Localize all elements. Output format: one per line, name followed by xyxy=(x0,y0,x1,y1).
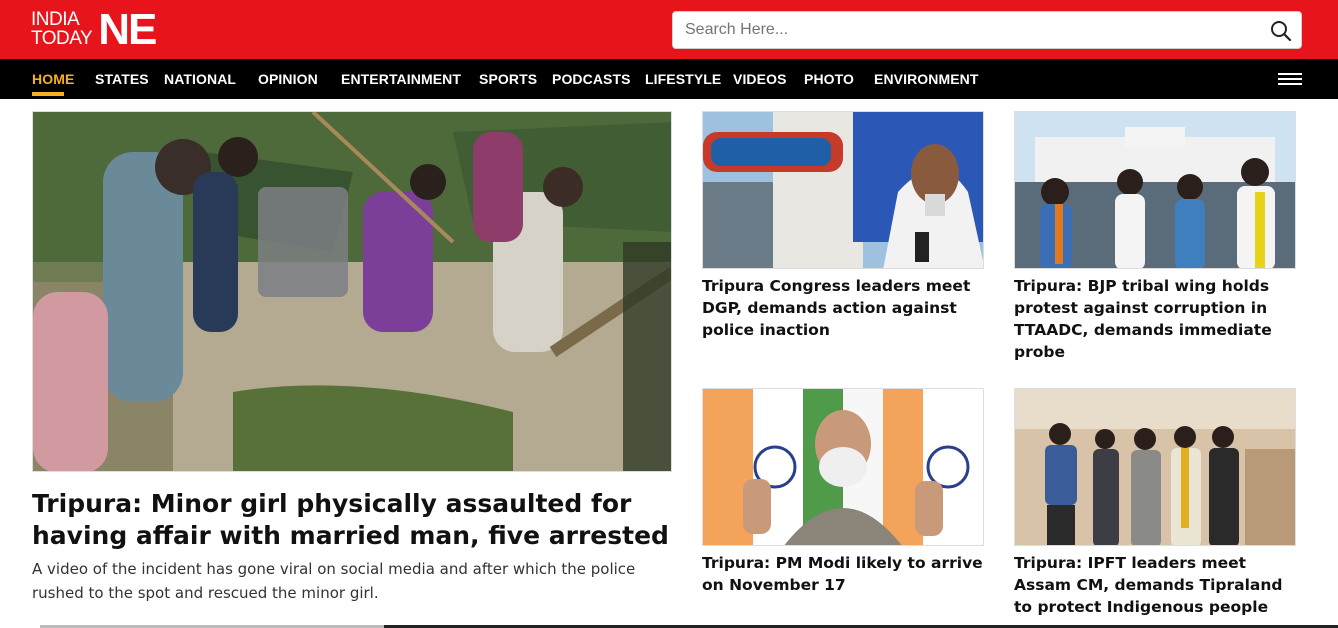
logo-line-today: TODAY xyxy=(31,28,93,49)
top-header: INDIA TODAY NE xyxy=(0,0,1338,59)
card-title-congress-dgp[interactable]: Tripura Congress leaders meet DGP, deman… xyxy=(702,275,987,341)
main-nav: HOME STATES NATIONAL OPINION ENTERTAINME… xyxy=(0,59,1338,99)
search-icon[interactable] xyxy=(1269,19,1293,43)
card-title-bjp-protest[interactable]: Tripura: BJP tribal wing holds protest a… xyxy=(1014,275,1299,363)
nav-item-sports[interactable]: SPORTS xyxy=(479,59,537,99)
card-title-pm-modi[interactable]: Tripura: PM Modi likely to arrive on Nov… xyxy=(702,552,987,596)
card-image-bjp-protest[interactable] xyxy=(1014,111,1296,269)
nav-item-videos[interactable]: VIDEOS xyxy=(733,59,787,99)
card-image-ipft-meet[interactable] xyxy=(1014,388,1296,546)
card-image-congress-dgp[interactable] xyxy=(702,111,984,269)
logo-text: INDIA TODAY xyxy=(31,11,93,49)
card-image-pm-modi[interactable] xyxy=(702,388,984,546)
nav-item-environment[interactable]: ENVIRONMENT xyxy=(874,59,979,99)
nav-item-national[interactable]: NATIONAL xyxy=(164,59,236,99)
main-story-image[interactable] xyxy=(32,111,672,472)
hamburger-icon[interactable] xyxy=(1278,73,1302,87)
main-story-title[interactable]: Tripura: Minor girl physically assaulted… xyxy=(32,488,672,552)
card-title-ipft-meet[interactable]: Tripura: IPFT leaders meet Assam CM, dem… xyxy=(1014,552,1299,618)
search-box xyxy=(672,11,1302,49)
nav-item-opinion[interactable]: OPINION xyxy=(258,59,318,99)
active-nav-indicator xyxy=(32,92,64,96)
nav-item-podcasts[interactable]: PODCASTS xyxy=(552,59,631,99)
nav-item-entertainment[interactable]: ENTERTAINMENT xyxy=(341,59,461,99)
main-story-description: A video of the incident has gone viral o… xyxy=(32,560,636,602)
logo-ne: NE xyxy=(98,5,157,54)
search-input[interactable] xyxy=(673,12,1253,48)
nav-item-photo[interactable]: PHOTO xyxy=(804,59,854,99)
nav-item-states[interactable]: STATES xyxy=(95,59,149,99)
site-logo[interactable]: INDIA TODAY NE xyxy=(31,5,157,54)
nav-item-lifestyle[interactable]: LIFESTYLE xyxy=(645,59,721,99)
